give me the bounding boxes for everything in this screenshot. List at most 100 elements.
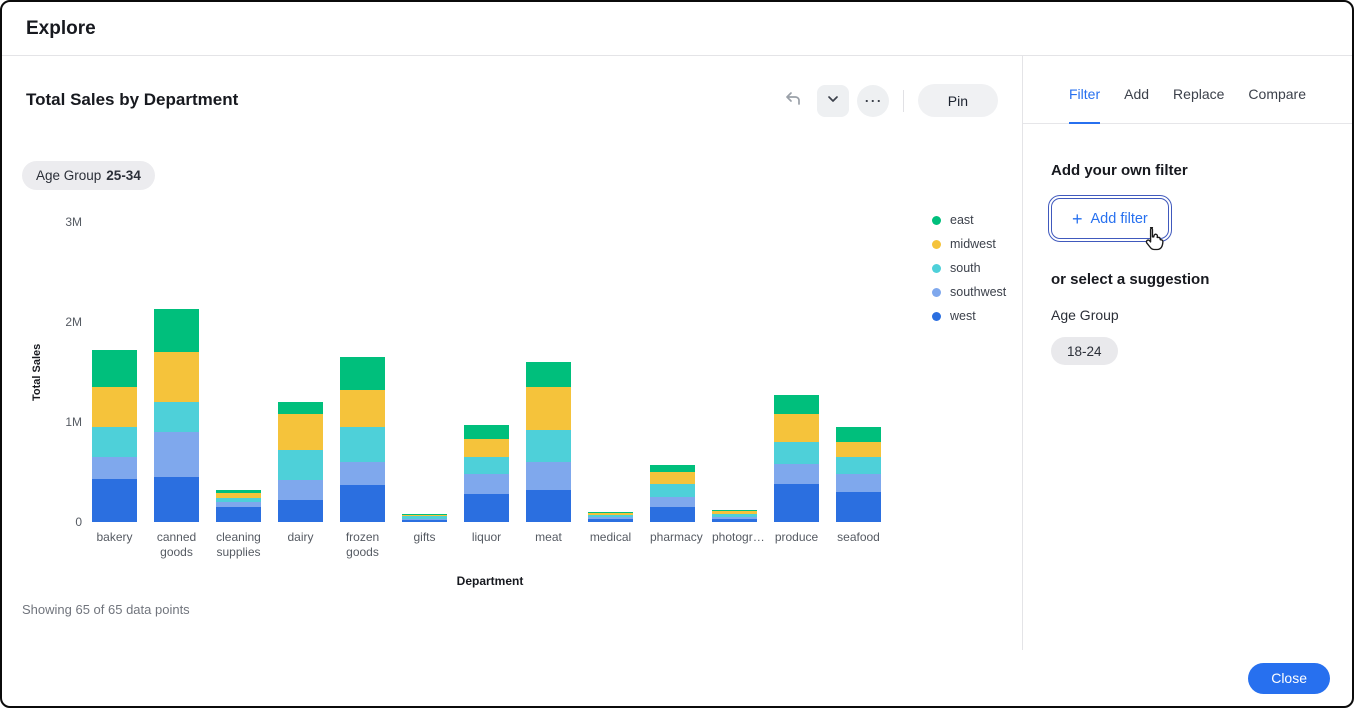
plot-area: 01M2M3M <box>90 222 890 522</box>
tab-replace[interactable]: Replace <box>1173 86 1224 124</box>
filter-chip-label: Age Group <box>36 168 101 183</box>
bar-segment-west[interactable] <box>588 519 633 522</box>
bar-segment-west[interactable] <box>836 492 881 522</box>
bar-gifts[interactable] <box>402 514 447 522</box>
bar-cleaning-supplies[interactable] <box>216 490 261 522</box>
bar-segment-east[interactable] <box>92 350 137 387</box>
bar-segment-south[interactable] <box>464 457 509 474</box>
bar-segment-midwest[interactable] <box>836 442 881 457</box>
add-filter-label: Add filter <box>1091 211 1148 227</box>
bar-segment-east[interactable] <box>464 425 509 439</box>
legend-dot-icon <box>932 216 941 225</box>
legend-item-south[interactable]: south <box>932 256 1006 280</box>
legend-item-midwest[interactable]: midwest <box>932 232 1006 256</box>
bar-segment-west[interactable] <box>712 519 757 522</box>
tab-filter[interactable]: Filter <box>1069 86 1100 124</box>
bar-segment-southwest[interactable] <box>526 462 571 490</box>
bar-segment-southwest[interactable] <box>836 474 881 492</box>
undo-icon <box>783 89 803 112</box>
explore-dialog: Explore Total Sales by Department <box>0 0 1354 708</box>
bar-segment-east[interactable] <box>774 395 819 414</box>
bar-segment-south[interactable] <box>774 442 819 464</box>
bar-segment-midwest[interactable] <box>154 352 199 402</box>
chart-type-dropdown-button[interactable] <box>817 85 849 117</box>
own-filter-heading: Add your own filter <box>1051 162 1326 179</box>
x-label-produce: produce <box>774 530 819 560</box>
bar-seafood[interactable] <box>836 427 881 522</box>
bar-segment-west[interactable] <box>154 477 199 522</box>
bar-segment-southwest[interactable] <box>154 432 199 477</box>
bar-segment-southwest[interactable] <box>774 464 819 484</box>
x-label-cleaning-supplies: cleaning supplies <box>216 530 261 560</box>
x-label-canned-goods: canned goods <box>154 530 199 560</box>
chevron-down-icon <box>826 92 840 109</box>
bar-segment-east[interactable] <box>340 357 385 390</box>
legend-item-east[interactable]: east <box>932 208 1006 232</box>
legend-dot-icon <box>932 288 941 297</box>
suggestion-pill-18-24[interactable]: 18-24 <box>1051 337 1118 365</box>
bar-segment-south[interactable] <box>154 402 199 432</box>
more-options-icon: ⋯ <box>864 92 882 110</box>
bar-segment-east[interactable] <box>836 427 881 442</box>
bar-segment-west[interactable] <box>216 507 261 522</box>
bar-segment-midwest[interactable] <box>92 387 137 427</box>
bar-pharmacy[interactable] <box>650 465 695 522</box>
bar-dairy[interactable] <box>278 402 323 522</box>
bar-segment-south[interactable] <box>92 427 137 457</box>
bar-frozen-goods[interactable] <box>340 357 385 522</box>
bar-medical[interactable] <box>588 512 633 522</box>
bar-canned-goods[interactable] <box>154 309 199 522</box>
bar-segment-south[interactable] <box>650 484 695 497</box>
legend-item-west[interactable]: west <box>932 304 1006 328</box>
bar-segment-east[interactable] <box>526 362 571 387</box>
bar-segment-southwest[interactable] <box>340 462 385 485</box>
toolbar-divider <box>903 90 904 112</box>
bar-segment-midwest[interactable] <box>464 439 509 457</box>
chart-legend: east midwest southsouthwestwest <box>932 208 1006 328</box>
plus-icon: + <box>1072 210 1083 228</box>
bar-segment-south[interactable] <box>278 450 323 480</box>
bar-segment-west[interactable] <box>92 479 137 522</box>
y-tick-2m: 2M <box>46 315 82 329</box>
bar-segment-east[interactable] <box>278 402 323 414</box>
bar-segment-west[interactable] <box>278 500 323 522</box>
bar-segment-east[interactable] <box>154 309 199 352</box>
bar-segment-midwest[interactable] <box>526 387 571 430</box>
bar-bakery[interactable] <box>92 350 137 522</box>
legend-item-southwest[interactable]: southwest <box>932 280 1006 304</box>
bar-segment-midwest[interactable] <box>774 414 819 442</box>
bar-segment-southwest[interactable] <box>92 457 137 479</box>
bar-segment-west[interactable] <box>650 507 695 522</box>
bar-segment-midwest[interactable] <box>650 472 695 484</box>
plot-column: 01M2M3M bakerycanned goodscleaning suppl… <box>90 222 890 588</box>
bar-segment-west[interactable] <box>340 485 385 522</box>
bar-segment-west[interactable] <box>774 484 819 522</box>
bar-produce[interactable] <box>774 395 819 522</box>
bar-segment-southwest[interactable] <box>464 474 509 494</box>
bar-meat[interactable] <box>526 362 571 522</box>
more-options-button[interactable]: ⋯ <box>857 85 889 117</box>
close-button[interactable]: Close <box>1248 663 1330 694</box>
bar-segment-west[interactable] <box>464 494 509 522</box>
tab-add[interactable]: Add <box>1124 86 1149 124</box>
bar-liquor[interactable] <box>464 425 509 522</box>
bar-segment-midwest[interactable] <box>278 414 323 450</box>
bar-segment-south[interactable] <box>340 427 385 462</box>
bar-segment-east[interactable] <box>650 465 695 472</box>
bar-photogr[interactable] <box>712 510 757 522</box>
bar-segment-west[interactable] <box>526 490 571 522</box>
y-tick-0: 0 <box>46 515 82 529</box>
bar-segment-west[interactable] <box>402 520 447 522</box>
bar-segment-midwest[interactable] <box>340 390 385 427</box>
undo-button[interactable] <box>777 85 809 117</box>
bar-segment-south[interactable] <box>526 430 571 462</box>
tab-compare[interactable]: Compare <box>1248 86 1306 124</box>
filter-chip-age-group[interactable]: Age Group 25-34 <box>22 161 155 190</box>
bar-segment-south[interactable] <box>836 457 881 474</box>
legend-label-midwest: midwest <box>950 237 996 251</box>
x-label-seafood: seafood <box>836 530 881 560</box>
add-filter-button[interactable]: + Add filter <box>1051 198 1169 239</box>
bar-segment-southwest[interactable] <box>278 480 323 500</box>
pin-button[interactable]: Pin <box>918 84 998 117</box>
bar-segment-southwest[interactable] <box>650 497 695 507</box>
